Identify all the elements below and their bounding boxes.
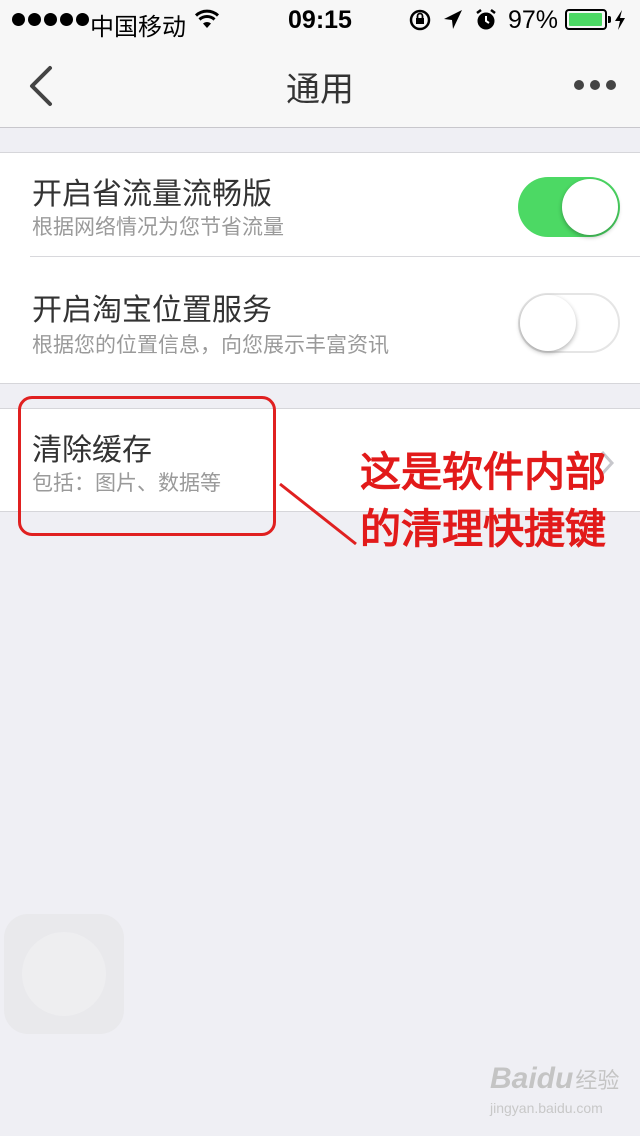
watermark-brand: Baidu (490, 1062, 574, 1095)
assistive-touch-dot (22, 932, 106, 1016)
assistive-touch-button[interactable] (4, 914, 124, 1034)
annotation-text: 这是软件内部的清理快捷键 (360, 448, 606, 553)
baidu-jingyan-watermark: Baidu经验 jingyan.baidu.com (490, 1062, 620, 1116)
watermark-name: 经验 (575, 1069, 620, 1094)
watermark-url: jingyan.baidu.com (490, 1100, 603, 1116)
screen: 中国移动 09:15 97% 通用 开启省流量流畅版 根据网络情况为您节省流量 … (0, 0, 640, 1136)
